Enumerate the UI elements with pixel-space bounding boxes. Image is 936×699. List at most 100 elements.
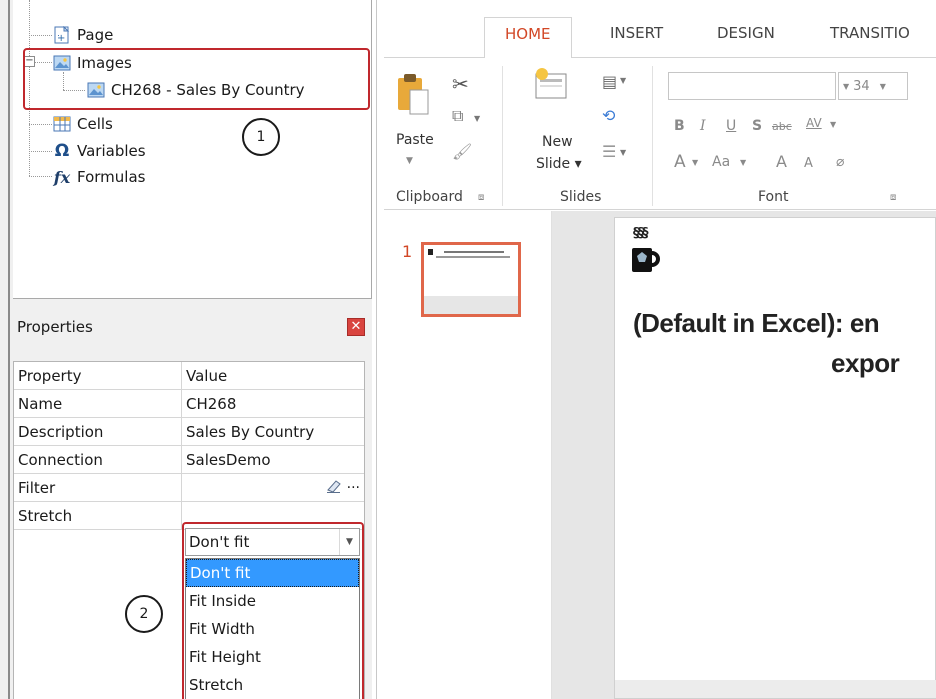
ribbon-tabs: HOME INSERT DESIGN TRANSITIO [384, 0, 936, 59]
steam-icon: §§§ [633, 226, 648, 241]
tree-item-label: Variables [77, 142, 146, 160]
slide-title-line1: (Default in Excel): en [633, 308, 880, 338]
tree-item-formulas[interactable]: fx Formulas [53, 164, 146, 190]
fx-icon: fx [53, 167, 71, 187]
slide-canvas[interactable]: §§§ (Default in Excel): en expor [614, 217, 936, 699]
change-case-button[interactable]: Aa [712, 154, 730, 170]
highlight-box-images [23, 48, 370, 110]
section-icon[interactable]: ☰ [602, 142, 616, 161]
tree-line [29, 151, 52, 152]
layout-icon[interactable]: ▤ [602, 72, 617, 91]
slide-title-line2: expor [831, 348, 900, 378]
callout-1: 1 [242, 118, 280, 156]
header-property: Property [14, 362, 182, 389]
slide-thumbnails-pane: 1 [384, 211, 552, 699]
chevron-down-icon: ▼ [879, 81, 886, 91]
svg-text:+: + [57, 33, 65, 44]
thumb-logo [428, 249, 433, 255]
tree-item-label: Cells [77, 115, 113, 133]
strikethrough-button[interactable]: abc [772, 120, 792, 133]
shadow-button[interactable]: S [752, 118, 762, 134]
reset-icon[interactable]: ⟲ [602, 106, 615, 125]
ellipsis-button[interactable]: ··· [347, 480, 360, 496]
dialog-launcher-icon[interactable]: ⧈ [890, 192, 896, 203]
tab-transitions[interactable]: TRANSITIO [830, 24, 910, 42]
header-value: Value [182, 362, 364, 389]
close-icon[interactable]: ✕ [347, 318, 365, 336]
eraser-icon[interactable] [325, 478, 343, 498]
thumb-text-line [444, 251, 504, 253]
tree-item-cells[interactable]: Cells [53, 111, 113, 137]
tree-item-page[interactable]: + Page [53, 22, 113, 48]
paste-icon[interactable] [396, 72, 430, 120]
table-row[interactable]: Connection SalesDemo [14, 446, 364, 474]
font-size-select[interactable]: ▼ 34 ▼ [838, 72, 908, 100]
tree-item-label: Formulas [77, 168, 146, 186]
font-color-button[interactable]: A [674, 152, 686, 172]
underline-button[interactable]: U [726, 118, 736, 134]
grid-header: Property Value [14, 362, 364, 390]
properties-title: Properties [17, 318, 93, 336]
property-name: Description [14, 418, 182, 445]
tab-insert[interactable]: INSERT [610, 24, 663, 42]
callout-2: 2 [125, 595, 163, 633]
increase-font-button[interactable]: A [776, 152, 787, 171]
chevron-down-icon[interactable]: ▼ [474, 114, 480, 123]
slide-thumbnail-1[interactable] [421, 242, 521, 317]
tree-line [29, 124, 52, 125]
table-row[interactable]: Description Sales By Country [14, 418, 364, 446]
decrease-font-button[interactable]: A [804, 156, 813, 171]
new-slide-button[interactable]: Slide ▾ [536, 156, 582, 172]
property-name: Filter [14, 474, 182, 501]
filter-value-cell[interactable]: ··· [182, 474, 364, 501]
thumb-footer [424, 296, 518, 314]
format-painter-icon[interactable]: 🖌 [452, 142, 472, 161]
chevron-down-icon[interactable]: ▼ [830, 120, 836, 129]
table-row[interactable]: Filter ··· [14, 474, 364, 502]
char-spacing-button[interactable]: AV [806, 116, 822, 130]
template-tree: − + Page Images CH268 - Sales By Country… [13, 0, 372, 299]
slide-label: Slide [536, 156, 571, 172]
cells-icon [53, 115, 71, 133]
properties-header: Properties [13, 305, 372, 349]
omega-icon: Ω [54, 141, 70, 161]
left-pane: − + Page Images CH268 - Sales By Country… [0, 0, 372, 699]
window-divider [376, 0, 384, 699]
tab-design[interactable]: DESIGN [717, 24, 775, 42]
tree-item-label: Page [77, 26, 114, 44]
powerpoint-window: HOME INSERT DESIGN TRANSITIO Paste ▼ ✂ ⧉… [384, 0, 936, 699]
clear-formatting-icon[interactable]: ⌀ [836, 154, 844, 170]
chevron-down-icon[interactable]: ▼ [620, 76, 626, 85]
slide-editor: §§§ (Default in Excel): en expor [552, 211, 936, 699]
new-slide-label[interactable]: New [542, 134, 573, 150]
font-size-value: 34 [853, 78, 870, 94]
paste-button[interactable]: Paste [396, 132, 434, 148]
font-name-select[interactable] [668, 72, 836, 100]
tree-item-variables[interactable]: Ω Variables [53, 138, 146, 164]
property-value[interactable]: CH268 [182, 390, 364, 417]
new-slide-icon[interactable] [534, 68, 568, 106]
tree-line [29, 176, 52, 177]
cut-icon[interactable]: ✂ [452, 72, 469, 96]
coffee-cup-logo-icon [631, 246, 661, 278]
pane-splitter[interactable] [8, 0, 10, 699]
chevron-down-icon[interactable]: ▼ [620, 148, 626, 157]
table-row[interactable]: Name CH268 [14, 390, 364, 418]
chevron-down-icon[interactable]: ▼ [406, 156, 413, 166]
bold-button[interactable]: B [674, 118, 685, 134]
italic-button[interactable]: I [700, 118, 706, 134]
chevron-down-icon[interactable]: ▼ [692, 158, 698, 167]
property-name: Connection [14, 446, 182, 473]
tab-home[interactable]: HOME [484, 17, 572, 59]
property-value[interactable]: Sales By Country [182, 418, 364, 445]
property-value[interactable]: SalesDemo [182, 446, 364, 473]
chevron-down-icon: ▼ [843, 81, 850, 91]
chevron-down-icon[interactable]: ▼ [740, 158, 746, 167]
dialog-launcher-icon[interactable]: ⧈ [478, 192, 484, 203]
group-label-clipboard: Clipboard [396, 189, 463, 205]
ribbon-home: Paste ▼ ✂ ⧉ ▼ 🖌 Clipboard ⧈ New Slide ▾ … [384, 58, 936, 210]
group-label-slides: Slides [560, 189, 602, 205]
copy-icon[interactable]: ⧉ [452, 106, 463, 126]
property-name: Name [14, 390, 182, 417]
group-label-font: Font [758, 189, 789, 205]
